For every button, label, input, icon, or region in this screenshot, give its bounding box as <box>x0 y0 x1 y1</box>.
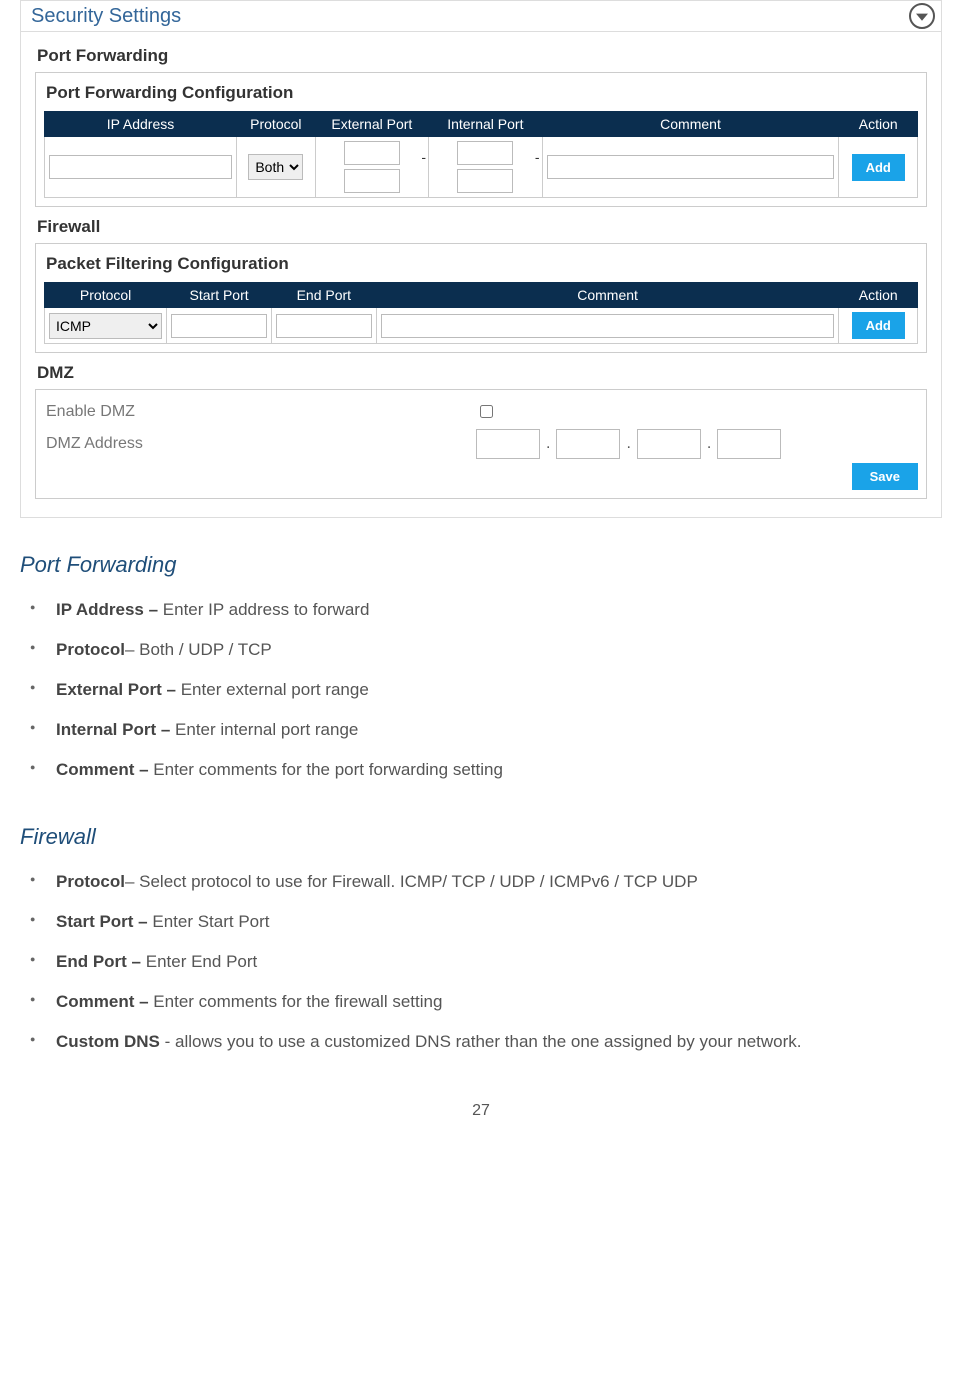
list-item: IP Address – Enter IP address to forward <box>56 590 942 630</box>
table-row: Both - - <box>45 137 918 198</box>
enable-dmz-label: Enable DMZ <box>46 403 476 421</box>
col-action: Action <box>839 112 918 137</box>
col-ip: IP Address <box>45 112 237 137</box>
pf-int-port-end[interactable] <box>457 169 513 193</box>
fw-start-port-input[interactable] <box>171 314 267 338</box>
page-header: Security Settings <box>21 1 941 32</box>
security-settings-screenshot: Security Settings Port Forwarding Port F… <box>20 0 942 518</box>
col-protocol: Protocol <box>237 112 316 137</box>
pf-int-port-start[interactable] <box>457 141 513 165</box>
doc-pf-heading: Port Forwarding <box>20 552 942 578</box>
dmz-octet-1[interactable] <box>476 429 540 459</box>
list-item: End Port – Enter End Port <box>56 942 942 982</box>
table-row: ICMP Add <box>45 308 918 344</box>
fw-end-port-input[interactable] <box>276 314 372 338</box>
pf-ext-port-end[interactable] <box>344 169 400 193</box>
collapse-icon[interactable] <box>909 3 935 29</box>
dmz-heading: DMZ <box>35 357 927 389</box>
doc-fw-heading: Firewall <box>20 824 942 850</box>
list-item: Comment – Enter comments for the firewal… <box>56 982 942 1022</box>
list-item: Protocol– Select protocol to use for Fir… <box>56 862 942 902</box>
col-end-port: End Port <box>271 283 376 308</box>
port-forwarding-panel: Port Forwarding Configuration IP Address… <box>35 72 927 207</box>
col-fw-comment: Comment <box>376 283 839 308</box>
doc-fw-list: Protocol– Select protocol to use for Fir… <box>56 862 942 1062</box>
dmz-save-button[interactable]: Save <box>852 463 918 490</box>
col-comment: Comment <box>542 112 839 137</box>
fw-add-button[interactable]: Add <box>852 312 905 339</box>
doc-pf-list: IP Address – Enter IP address to forward… <box>56 590 942 790</box>
list-item: Internal Port – Enter internal port rang… <box>56 710 942 750</box>
col-internal-port: Internal Port <box>429 112 542 137</box>
col-external-port: External Port <box>315 112 428 137</box>
port-forwarding-table: IP Address Protocol External Port Intern… <box>44 111 918 198</box>
col-fw-protocol: Protocol <box>45 283 167 308</box>
port-forwarding-heading: Port Forwarding <box>35 40 927 72</box>
firewall-panel: Packet Filtering Configuration Protocol … <box>35 243 927 353</box>
fw-protocol-select[interactable]: ICMP <box>49 313 162 339</box>
list-item: External Port – Enter external port rang… <box>56 670 942 710</box>
pf-comment-input[interactable] <box>547 155 835 179</box>
packet-filtering-title: Packet Filtering Configuration <box>44 252 918 282</box>
col-start-port: Start Port <box>167 283 272 308</box>
pf-protocol-select[interactable]: Both <box>248 154 303 180</box>
page-title: Security Settings <box>31 5 181 28</box>
list-item: Protocol– Both / UDP / TCP <box>56 630 942 670</box>
list-item: Start Port – Enter Start Port <box>56 902 942 942</box>
col-fw-action: Action <box>839 283 918 308</box>
pf-add-button[interactable]: Add <box>852 154 905 181</box>
dmz-panel: Enable DMZ DMZ Address . . . Save <box>35 389 927 499</box>
firewall-table: Protocol Start Port End Port Comment Act… <box>44 282 918 344</box>
port-forwarding-config-title: Port Forwarding Configuration <box>44 81 918 111</box>
list-item: Comment – Enter comments for the port fo… <box>56 750 942 790</box>
dmz-octet-3[interactable] <box>637 429 701 459</box>
firewall-heading: Firewall <box>35 211 927 243</box>
list-item: Custom DNS - allows you to use a customi… <box>56 1022 942 1062</box>
page-number: 27 <box>20 1102 942 1120</box>
enable-dmz-checkbox[interactable] <box>480 405 493 418</box>
pf-ip-input[interactable] <box>49 155 232 179</box>
dmz-octet-4[interactable] <box>717 429 781 459</box>
dmz-address-label: DMZ Address <box>46 435 476 453</box>
dmz-octet-2[interactable] <box>556 429 620 459</box>
pf-ext-port-start[interactable] <box>344 141 400 165</box>
fw-comment-input[interactable] <box>381 314 835 338</box>
